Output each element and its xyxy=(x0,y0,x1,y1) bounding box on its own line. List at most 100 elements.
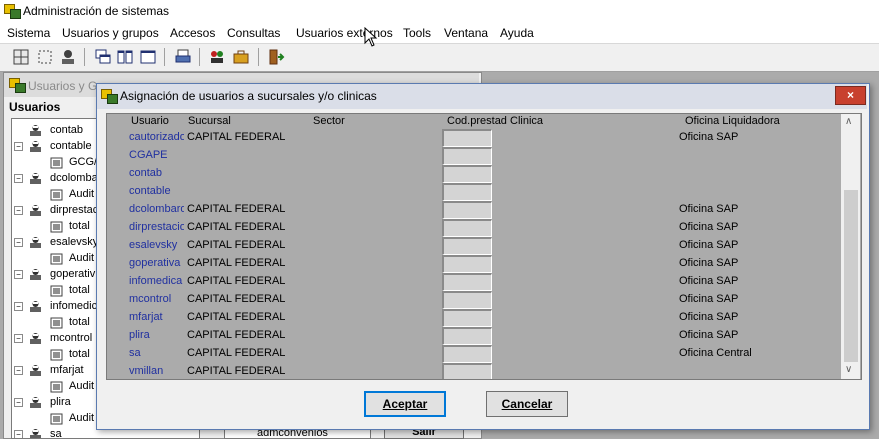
cell-oficina-liquidadora[interactable]: Oficina SAP xyxy=(679,239,829,251)
table-row[interactable]: cautorizado CAPITAL FEDERAL Oficina SAP xyxy=(107,129,842,147)
tree-item-label[interactable]: Audit xyxy=(69,380,94,392)
select-icon[interactable] xyxy=(36,48,54,66)
codprestad-field[interactable] xyxy=(442,201,492,219)
tree-item-label[interactable]: contable xyxy=(50,140,92,152)
menu-ventana[interactable]: Ventana xyxy=(444,26,488,40)
cell-sucursal[interactable]: CAPITAL FEDERAL xyxy=(187,275,307,287)
tree-item-label[interactable]: sa xyxy=(50,428,62,438)
collapse-toggle-icon[interactable]: − xyxy=(14,206,23,215)
accept-button[interactable]: Aceptar xyxy=(364,391,446,417)
collapse-toggle-icon[interactable]: − xyxy=(14,430,23,438)
column-header-codprestad[interactable]: Cod.prestad xyxy=(447,115,507,127)
collapse-toggle-icon[interactable]: − xyxy=(14,334,23,343)
menu-usuarios-y-grupos[interactable]: Usuarios y grupos xyxy=(62,26,159,40)
cascade-windows-icon[interactable] xyxy=(94,48,112,66)
tree-item-label[interactable]: Audit xyxy=(69,188,94,200)
table-row[interactable]: plira CAPITAL FEDERAL Oficina SAP xyxy=(107,327,842,345)
codprestad-field[interactable] xyxy=(442,363,492,379)
cell-oficina-liquidadora[interactable]: Oficina SAP xyxy=(679,131,829,143)
codprestad-field[interactable] xyxy=(442,309,492,327)
cell-usuario[interactable]: plira xyxy=(129,329,184,341)
codprestad-field[interactable] xyxy=(442,165,492,183)
table-row[interactable]: mfarjat CAPITAL FEDERAL Oficina SAP xyxy=(107,309,842,327)
briefcase-icon[interactable] xyxy=(232,48,250,66)
cell-usuario[interactable]: vmillan xyxy=(129,365,184,377)
table-row[interactable]: mcontrol CAPITAL FEDERAL Oficina SAP xyxy=(107,291,842,309)
assignment-grid[interactable]: Usuario Sucursal Sector Cod.prestad Clin… xyxy=(106,113,862,380)
cell-sucursal[interactable]: CAPITAL FEDERAL xyxy=(187,329,307,341)
tree-item-label[interactable]: total xyxy=(69,348,90,360)
table-row[interactable]: dirprestacio CAPITAL FEDERAL Oficina SAP xyxy=(107,219,842,237)
cell-sucursal[interactable]: CAPITAL FEDERAL xyxy=(187,257,307,269)
cell-sucursal[interactable]: CAPITAL FEDERAL xyxy=(187,347,307,359)
cell-usuario[interactable]: dcolombaro xyxy=(129,203,184,215)
table-row[interactable]: dcolombaro CAPITAL FEDERAL Oficina SAP xyxy=(107,201,842,219)
cell-oficina-liquidadora[interactable]: Oficina SAP xyxy=(679,311,829,323)
user-icon[interactable] xyxy=(59,48,77,66)
cell-usuario[interactable]: esalevsky xyxy=(129,239,184,251)
cell-usuario[interactable]: mfarjat xyxy=(129,311,184,323)
tree-item-label[interactable]: mfarjat xyxy=(50,364,84,376)
codprestad-field[interactable] xyxy=(442,327,492,345)
column-header-usuario[interactable]: Usuario xyxy=(131,115,169,127)
cell-sucursal[interactable]: CAPITAL FEDERAL xyxy=(187,203,307,215)
cell-oficina-liquidadora[interactable]: Oficina Central xyxy=(679,347,829,359)
tree-item-label[interactable]: GCG/ xyxy=(69,156,97,168)
menu-accesos[interactable]: Accesos xyxy=(170,26,215,40)
users-assign-icon[interactable] xyxy=(208,48,226,66)
grid-icon[interactable] xyxy=(12,48,30,66)
cell-usuario[interactable]: infomedica xyxy=(129,275,184,287)
table-row[interactable]: contable xyxy=(107,183,842,201)
table-row[interactable]: esalevsky CAPITAL FEDERAL Oficina SAP xyxy=(107,237,842,255)
tile-vertical-icon[interactable] xyxy=(116,48,134,66)
collapse-toggle-icon[interactable]: − xyxy=(14,142,23,151)
cell-usuario[interactable]: mcontrol xyxy=(129,293,184,305)
cell-oficina-liquidadora[interactable]: Oficina SAP xyxy=(679,257,829,269)
tree-item-label[interactable]: Audit xyxy=(69,412,94,424)
tree-item-label[interactable]: dcolomba xyxy=(50,172,98,184)
cell-usuario[interactable]: sa xyxy=(129,347,184,359)
tree-item-label[interactable]: total xyxy=(69,284,90,296)
tree-item-label[interactable]: Audit xyxy=(69,252,94,264)
column-header-oficina-liquidadora[interactable]: Oficina Liquidadora xyxy=(685,115,780,127)
collapse-toggle-icon[interactable]: − xyxy=(14,238,23,247)
codprestad-field[interactable] xyxy=(442,255,492,273)
tree-item-label[interactable]: dirprestac xyxy=(50,204,98,216)
tree-item-label[interactable]: contab xyxy=(50,124,83,136)
table-row[interactable]: goperativa CAPITAL FEDERAL Oficina SAP xyxy=(107,255,842,273)
tree-item-label[interactable]: esalevsky xyxy=(50,236,98,248)
close-button[interactable]: × xyxy=(835,86,866,105)
cell-sucursal[interactable]: CAPITAL FEDERAL xyxy=(187,131,307,143)
column-header-sucursal[interactable]: Sucursal xyxy=(188,115,231,127)
menu-consultas[interactable]: Consultas xyxy=(227,26,280,40)
codprestad-field[interactable] xyxy=(442,237,492,255)
codprestad-field[interactable] xyxy=(442,291,492,309)
table-row[interactable]: infomedica CAPITAL FEDERAL Oficina SAP xyxy=(107,273,842,291)
cell-usuario[interactable]: contab xyxy=(129,167,184,179)
codprestad-field[interactable] xyxy=(442,345,492,363)
cell-usuario[interactable]: cautorizado xyxy=(129,131,184,143)
table-row[interactable]: sa CAPITAL FEDERAL Oficina Central xyxy=(107,345,842,363)
table-row[interactable]: contab xyxy=(107,165,842,183)
scrollbar-thumb[interactable] xyxy=(844,190,858,362)
column-header-sector[interactable]: Sector xyxy=(313,115,345,127)
collapse-toggle-icon[interactable]: − xyxy=(14,174,23,183)
cell-usuario[interactable]: dirprestacio xyxy=(129,221,184,233)
tree-item-label[interactable]: total xyxy=(69,220,90,232)
codprestad-field[interactable] xyxy=(442,183,492,201)
collapse-toggle-icon[interactable]: − xyxy=(14,398,23,407)
cell-sucursal[interactable]: CAPITAL FEDERAL xyxy=(187,365,307,377)
cell-sucursal[interactable]: CAPITAL FEDERAL xyxy=(187,221,307,233)
tree-item-label[interactable]: infomedic xyxy=(50,300,97,312)
cancel-button[interactable]: Cancelar xyxy=(486,391,568,417)
codprestad-field[interactable] xyxy=(442,147,492,165)
table-row[interactable]: vmillan CAPITAL FEDERAL xyxy=(107,363,842,379)
print-icon[interactable] xyxy=(174,48,192,66)
tree-item-label[interactable]: plira xyxy=(50,396,71,408)
collapse-toggle-icon[interactable]: − xyxy=(14,366,23,375)
cell-usuario[interactable]: CGAPE xyxy=(129,149,184,161)
cell-oficina-liquidadora[interactable]: Oficina SAP xyxy=(679,293,829,305)
tile-horizontal-icon[interactable] xyxy=(139,48,157,66)
table-row[interactable]: CGAPE xyxy=(107,147,842,165)
column-header-clinica[interactable]: Clinica xyxy=(510,115,543,127)
